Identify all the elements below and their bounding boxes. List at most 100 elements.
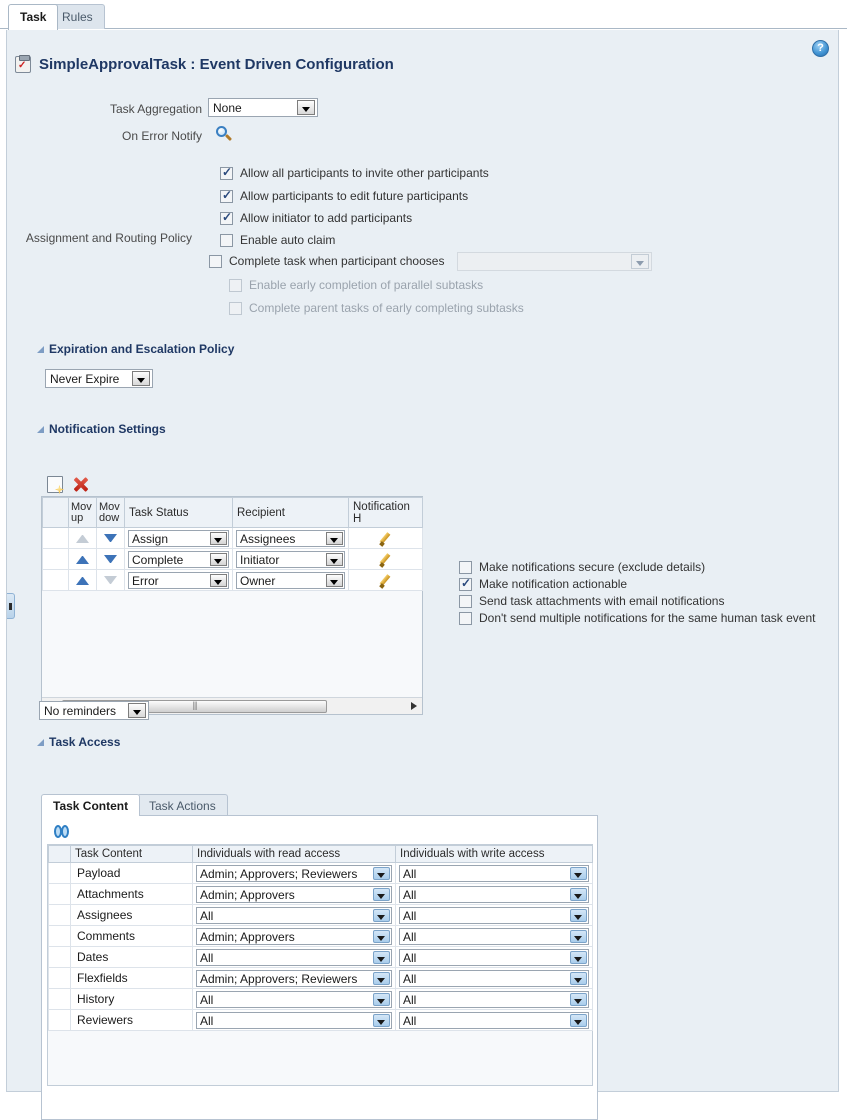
checkbox-notification-actionable[interactable] bbox=[459, 576, 472, 591]
row-select-cell[interactable] bbox=[48, 883, 71, 905]
checkbox-edit-future-participants[interactable] bbox=[220, 188, 233, 203]
write-access-cell[interactable]: All bbox=[394, 988, 594, 1010]
move-up-cell[interactable] bbox=[68, 569, 97, 591]
complete-task-choice-select[interactable] bbox=[457, 252, 652, 271]
notification-header-cell[interactable] bbox=[348, 569, 423, 591]
option-invite-other-participants[interactable]: Allow all participants to invite other p… bbox=[220, 165, 489, 180]
read-access-select[interactable]: All bbox=[196, 948, 392, 966]
row-select-cell[interactable] bbox=[42, 548, 69, 570]
table-row[interactable]: Assign Assignees bbox=[42, 527, 423, 549]
write-access-select[interactable]: All bbox=[399, 969, 590, 987]
checkbox-no-multiple-notifications[interactable] bbox=[459, 611, 472, 625]
row-select-cell[interactable] bbox=[48, 988, 71, 1010]
read-access-cell[interactable]: Admin; Approvers bbox=[192, 883, 396, 905]
task-aggregation-select[interactable]: None bbox=[208, 98, 318, 117]
write-access-select[interactable]: All bbox=[399, 948, 590, 966]
read-access-select[interactable]: All bbox=[196, 1011, 392, 1029]
read-access-select[interactable]: Admin; Approvers; Reviewers bbox=[196, 864, 392, 882]
write-access-select[interactable]: All bbox=[399, 990, 590, 1008]
option-initiator-add-participants[interactable]: Allow initiator to add participants bbox=[220, 210, 412, 225]
task-status-select[interactable]: Assign bbox=[128, 529, 229, 547]
row-select-cell[interactable] bbox=[48, 925, 71, 947]
read-access-select[interactable]: Admin; Approvers bbox=[196, 885, 392, 903]
row-select-cell[interactable] bbox=[48, 946, 71, 968]
table-row[interactable]: Dates All All bbox=[48, 946, 594, 968]
notification-section-header[interactable]: Notification Settings bbox=[37, 422, 166, 436]
row-select-cell[interactable] bbox=[48, 967, 71, 989]
recipient-cell[interactable]: Initiator bbox=[232, 548, 349, 570]
table-row[interactable]: Flexfields Admin; Approvers; Reviewers A… bbox=[48, 967, 594, 989]
move-up-cell[interactable] bbox=[68, 527, 97, 549]
table-row[interactable]: Error Owner bbox=[42, 569, 423, 591]
table-row[interactable]: Assignees All All bbox=[48, 904, 594, 926]
checkbox-send-task-attachments[interactable] bbox=[459, 594, 472, 608]
write-access-cell[interactable]: All bbox=[394, 967, 594, 989]
edit-pencil-icon[interactable] bbox=[378, 531, 393, 546]
move-down-cell[interactable] bbox=[96, 548, 125, 570]
disclosure-triangle-icon[interactable] bbox=[37, 345, 44, 353]
read-access-cell[interactable]: Admin; Approvers bbox=[192, 925, 396, 947]
write-access-cell[interactable]: All bbox=[394, 862, 594, 884]
tab-task-actions[interactable]: Task Actions bbox=[137, 794, 228, 816]
delete-row-icon[interactable] bbox=[72, 476, 88, 493]
recipient-cell[interactable]: Assignees bbox=[232, 527, 349, 549]
refresh-icon[interactable] bbox=[54, 824, 71, 839]
read-access-select[interactable]: Admin; Approvers; Reviewers bbox=[196, 969, 392, 987]
recipient-select[interactable]: Initiator bbox=[236, 550, 345, 568]
edit-pencil-icon[interactable] bbox=[378, 573, 393, 588]
write-access-select[interactable]: All bbox=[399, 927, 590, 945]
task-status-cell[interactable]: Assign bbox=[124, 527, 233, 549]
write-access-select[interactable]: All bbox=[399, 864, 590, 882]
disclosure-triangle-icon[interactable] bbox=[37, 738, 44, 746]
option-notifications-secure[interactable]: Make notifications secure (exclude detai… bbox=[459, 560, 815, 574]
left-panel-collapse-handle[interactable] bbox=[7, 593, 15, 619]
checkbox-complete-task-when-chooses[interactable] bbox=[209, 254, 222, 268]
recipient-cell[interactable]: Owner bbox=[232, 569, 349, 591]
read-access-cell[interactable]: All bbox=[192, 988, 396, 1010]
write-access-cell[interactable]: All bbox=[394, 904, 594, 926]
recipient-select[interactable]: Owner bbox=[236, 571, 345, 589]
read-access-cell[interactable]: All bbox=[192, 904, 396, 926]
scroll-right-icon[interactable] bbox=[405, 698, 422, 715]
task-status-cell[interactable]: Error bbox=[124, 569, 233, 591]
write-access-cell[interactable]: All bbox=[394, 946, 594, 968]
notification-header-cell[interactable] bbox=[348, 548, 423, 570]
row-select-cell[interactable] bbox=[42, 569, 69, 591]
row-select-cell[interactable] bbox=[42, 527, 69, 549]
tab-task[interactable]: Task bbox=[8, 4, 59, 30]
edit-pencil-icon[interactable] bbox=[378, 552, 393, 567]
table-row[interactable]: History All All bbox=[48, 988, 594, 1010]
task-access-section-header[interactable]: Task Access bbox=[37, 735, 120, 749]
table-row[interactable]: Attachments Admin; Approvers All bbox=[48, 883, 594, 905]
write-access-cell[interactable]: All bbox=[394, 925, 594, 947]
table-row[interactable]: Complete Initiator bbox=[42, 548, 423, 570]
task-status-cell[interactable]: Complete bbox=[124, 548, 233, 570]
table-row[interactable]: Comments Admin; Approvers All bbox=[48, 925, 594, 947]
task-status-select[interactable]: Error bbox=[128, 571, 229, 589]
move-down-cell[interactable] bbox=[96, 569, 125, 591]
checkbox-enable-auto-claim[interactable] bbox=[220, 233, 233, 247]
option-no-multiple-notifications[interactable]: Don't send multiple notifications for th… bbox=[459, 611, 815, 625]
checkbox-invite-other-participants[interactable] bbox=[220, 165, 233, 180]
row-select-cell[interactable] bbox=[48, 904, 71, 926]
task-status-select[interactable]: Complete bbox=[128, 550, 229, 568]
read-access-cell[interactable]: All bbox=[192, 946, 396, 968]
write-access-cell[interactable]: All bbox=[394, 883, 594, 905]
disclosure-triangle-icon[interactable] bbox=[37, 425, 44, 433]
checkbox-initiator-add-participants[interactable] bbox=[220, 210, 233, 225]
row-select-cell[interactable] bbox=[48, 1009, 71, 1031]
option-enable-auto-claim[interactable]: Enable auto claim bbox=[220, 233, 335, 247]
recipient-select[interactable]: Assignees bbox=[236, 529, 345, 547]
row-select-cell[interactable] bbox=[48, 862, 71, 884]
read-access-select[interactable]: All bbox=[196, 990, 392, 1008]
checkbox-notifications-secure[interactable] bbox=[459, 560, 472, 574]
option-notification-actionable[interactable]: Make notification actionable bbox=[459, 576, 815, 591]
tab-task-content[interactable]: Task Content bbox=[41, 794, 141, 816]
move-down-cell[interactable] bbox=[96, 527, 125, 549]
read-access-cell[interactable]: Admin; Approvers; Reviewers bbox=[192, 862, 396, 884]
write-access-select[interactable]: All bbox=[399, 1011, 590, 1029]
read-access-select[interactable]: All bbox=[196, 906, 392, 924]
option-edit-future-participants[interactable]: Allow participants to edit future partic… bbox=[220, 188, 468, 203]
tab-rules[interactable]: Rules bbox=[50, 4, 105, 29]
table-row[interactable]: Payload Admin; Approvers; Reviewers All bbox=[48, 862, 594, 884]
